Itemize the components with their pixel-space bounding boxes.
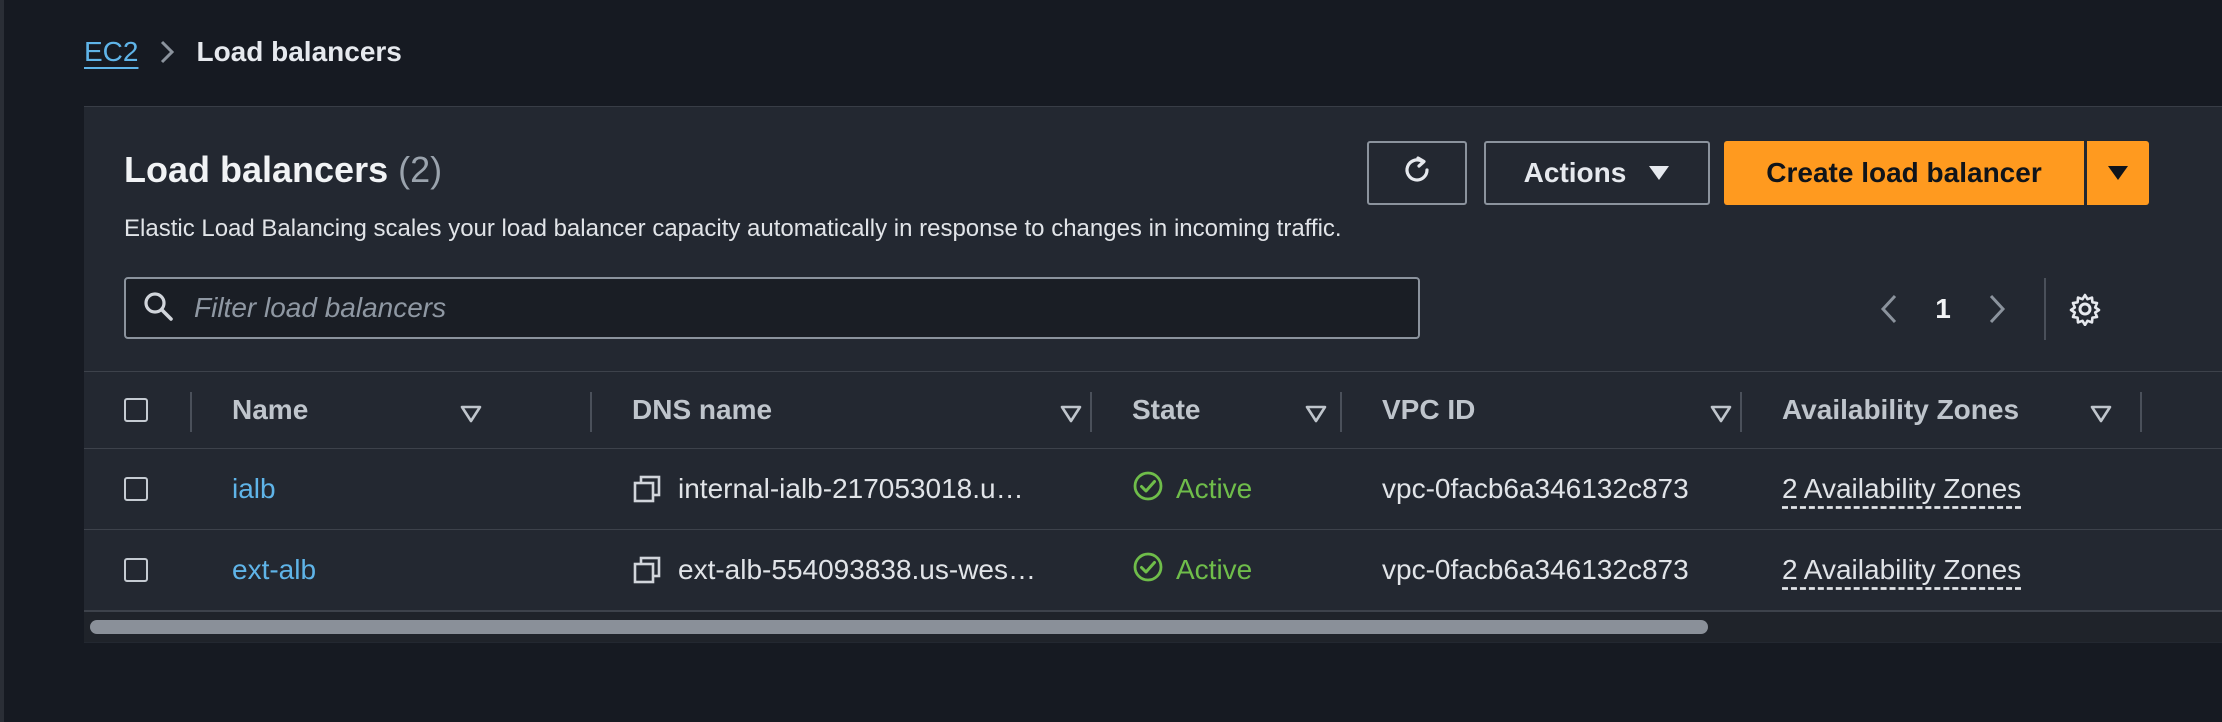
availability-zones-cell: 2 Availability Zones (1782, 530, 2021, 610)
column-label: Availability Zones (1782, 394, 2020, 425)
create-options-dropdown-button[interactable] (2087, 141, 2149, 205)
column-header-name[interactable]: Name (232, 372, 482, 448)
panel-title-text: Load balancers (124, 149, 389, 190)
panel-description: Elastic Load Balancing scales your load … (124, 215, 1342, 242)
dns-name-text: ext-alb-554093838.us-wes… (678, 554, 1036, 585)
refresh-button[interactable] (1367, 141, 1467, 205)
current-page[interactable]: 1 (1914, 293, 1972, 325)
load-balancers-panel: Load balancers (2) Elastic Load Balancin… (84, 106, 2222, 643)
dns-name-cell: internal-ialb-217053018.u… (632, 449, 1024, 529)
column-header-vpc-id[interactable]: VPC ID (1382, 372, 1732, 448)
horizontal-scrollbar[interactable] (84, 611, 2222, 642)
availability-zones-cell: 2 Availability Zones (1782, 449, 2021, 529)
search-field[interactable] (124, 277, 1420, 339)
pagination: 1 (1864, 278, 2102, 340)
column-divider (590, 392, 592, 432)
caret-down-icon (2107, 157, 2129, 189)
availability-zones-popover[interactable]: 2 Availability Zones (1782, 554, 2021, 586)
state-text: Active (1176, 554, 1253, 585)
state-cell: Active (1132, 449, 1252, 529)
column-divider (1740, 392, 1742, 432)
vpc-id-cell: vpc-0facb6a346132c873 (1382, 473, 1689, 504)
next-page-button[interactable] (1972, 294, 2022, 324)
gear-icon[interactable] (2068, 292, 2102, 326)
panel-title: Load balancers (2) (124, 149, 442, 191)
select-all-cell (124, 372, 148, 448)
search-icon (142, 290, 174, 327)
column-divider (2140, 392, 2142, 432)
dns-name-cell: ext-alb-554093838.us-wes… (632, 530, 1036, 610)
create-load-balancer-button[interactable]: Create load balancer (1724, 141, 2084, 205)
actions-label: Actions (1523, 157, 1627, 188)
table-row[interactable]: ialb internal-ialb-217053018.u… Active v… (84, 449, 2222, 530)
column-label: VPC ID (1382, 394, 1476, 425)
state-text: Active (1176, 473, 1253, 504)
search-input[interactable] (192, 291, 1418, 325)
sort-icon[interactable] (460, 398, 482, 430)
sort-icon[interactable] (2090, 398, 2112, 430)
breadcrumb-current: Load balancers (196, 36, 402, 67)
sort-icon[interactable] (1060, 398, 1082, 430)
column-divider (1090, 392, 1092, 432)
table-header: Name DNS name State VPC ID Availability … (84, 371, 2222, 449)
state-cell: Active (1132, 530, 1252, 610)
pagination-divider (2044, 278, 2046, 340)
row-select-cell (124, 449, 148, 529)
column-divider (1340, 392, 1342, 432)
check-circle-icon (1132, 470, 1164, 509)
column-label: State (1132, 394, 1201, 425)
previous-page-button[interactable] (1864, 294, 1914, 324)
create-label: Create load balancer (1766, 157, 2042, 188)
check-circle-icon (1132, 551, 1164, 590)
row-select-cell (124, 530, 148, 610)
breadcrumb: EC2 Load balancers (84, 36, 402, 68)
availability-zones-popover[interactable]: 2 Availability Zones (1782, 473, 2021, 505)
table-row[interactable]: ext-alb ext-alb-554093838.us-wes… Active… (84, 530, 2222, 611)
row-checkbox[interactable] (124, 558, 148, 582)
scrollbar-thumb[interactable] (90, 620, 1708, 634)
caret-down-icon (1648, 157, 1670, 189)
copy-icon[interactable] (632, 555, 662, 585)
chevron-right-icon (160, 40, 175, 64)
sort-icon[interactable] (1305, 398, 1327, 430)
panel-count: (2) (398, 149, 443, 190)
row-checkbox[interactable] (124, 477, 148, 501)
column-header-availability-zones[interactable]: Availability Zones (1782, 372, 2112, 448)
page-left-border (0, 0, 4, 722)
dns-name-text: internal-ialb-217053018.u… (678, 473, 1024, 504)
sort-icon[interactable] (1710, 398, 1732, 430)
select-all-checkbox[interactable] (124, 398, 148, 422)
column-label: DNS name (632, 394, 773, 425)
load-balancer-name-link[interactable]: ext-alb (232, 530, 316, 610)
vpc-id-cell: vpc-0facb6a346132c873 (1382, 554, 1689, 585)
column-divider (190, 392, 192, 432)
actions-dropdown-button[interactable]: Actions (1484, 141, 1710, 205)
load-balancer-name-link[interactable]: ialb (232, 449, 276, 529)
column-header-dns-name[interactable]: DNS name (632, 372, 1082, 448)
breadcrumb-ec2-link[interactable]: EC2 (84, 36, 138, 68)
column-label: Name (232, 394, 309, 425)
column-header-state[interactable]: State (1132, 372, 1327, 448)
copy-icon[interactable] (632, 474, 662, 504)
refresh-icon (1400, 153, 1434, 194)
